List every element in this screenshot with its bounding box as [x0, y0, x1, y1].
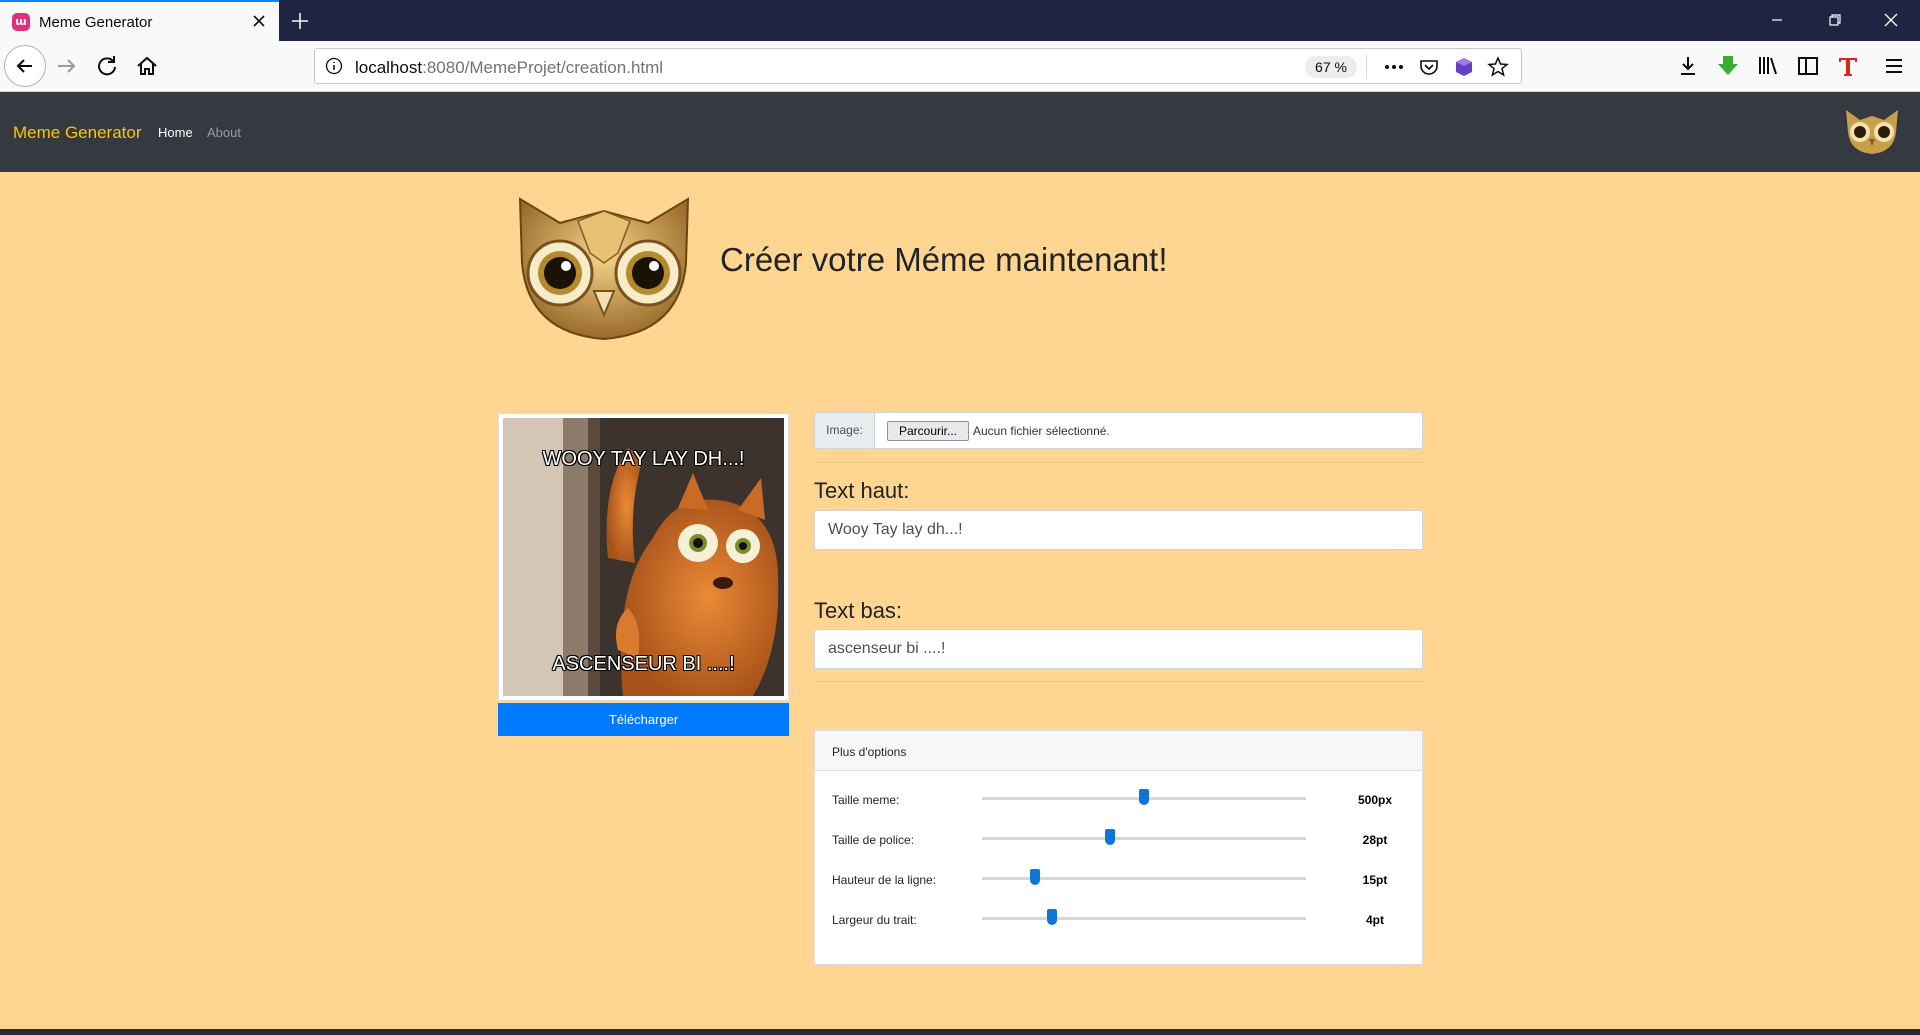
tab-favicon-icon: ɯ — [12, 13, 30, 31]
url-text: localhost:8080/MemeProjet/creation.html — [355, 58, 664, 77]
url-bar[interactable]: localhost:8080/MemeProjet/creation.html … — [314, 48, 1522, 84]
slider-thumb[interactable] — [1030, 869, 1041, 885]
option-label-meme-size: Taille meme: — [832, 793, 900, 807]
info-icon[interactable] — [325, 57, 343, 75]
slider-thumb[interactable] — [1046, 909, 1057, 925]
bottom-text-input[interactable]: ascenseur bi ....! — [814, 629, 1423, 669]
app-navbar: Meme Generator Home About — [0, 92, 1920, 172]
downloads-icon[interactable] — [1674, 52, 1702, 80]
owl-logo-icon — [1846, 110, 1898, 154]
meme-canvas: WOOY TAY LAY DH...! ASCENSEUR BI ....! — [503, 418, 784, 696]
navbar-brand[interactable]: Meme Generator — [13, 123, 142, 143]
image-label: Image: — [815, 413, 875, 448]
tab-title: Meme Generator — [39, 14, 153, 31]
option-value-meme-size: 500px — [1357, 793, 1393, 807]
top-text-label: Text haut: — [814, 478, 910, 503]
sidebar-icon[interactable] — [1794, 52, 1822, 80]
bottom-text-label: Text bas: — [814, 598, 903, 623]
minimize-icon[interactable] — [1764, 7, 1790, 33]
close-tab-icon[interactable] — [248, 10, 270, 32]
bookmark-star-icon[interactable] — [1487, 56, 1509, 78]
meme-top-text: WOOY TAY LAY DH...! — [542, 448, 745, 470]
forward-icon[interactable] — [52, 52, 80, 80]
image-file-input[interactable]: Image: Parcourir... Aucun fichier sélect… — [814, 412, 1423, 449]
options-title: Plus d'options — [832, 745, 907, 759]
option-value-font-size: 28pt — [1362, 833, 1388, 847]
owl-hero-icon — [518, 197, 690, 341]
top-text-input[interactable]: Wooy Tay lay dh...! — [814, 510, 1423, 550]
option-value-stroke-width: 4pt — [1366, 913, 1384, 927]
meme-preview: WOOY TAY LAY DH...! ASCENSEUR BI ....! — [498, 413, 789, 701]
menu-icon[interactable] — [1880, 52, 1908, 80]
meme-bottom-text: ASCENSEUR BI ....! — [552, 653, 735, 675]
browser-tab[interactable]: ɯ Meme Generator — [0, 0, 279, 41]
library-icon[interactable] — [1754, 52, 1782, 80]
bottom-edge — [0, 1029, 1920, 1035]
browser-titlebar: ɯ Meme Generator — [0, 0, 1920, 41]
extension-cube-icon[interactable] — [1453, 56, 1475, 78]
close-window-icon[interactable] — [1878, 7, 1904, 33]
option-label-line-height: Hauteur de la ligne: — [832, 873, 937, 887]
slider-stroke-width[interactable] — [982, 909, 1306, 925]
slider-thumb[interactable] — [1104, 829, 1115, 845]
back-arrow-icon — [16, 59, 32, 73]
option-label-stroke-width: Largeur du trait: — [832, 913, 917, 927]
browser-toolbar: localhost:8080/MemeProjet/creation.html … — [0, 41, 1920, 92]
slider-font-size[interactable] — [982, 829, 1306, 845]
file-status: Aucun fichier sélectionné. — [973, 424, 1110, 438]
browse-button[interactable]: Parcourir... — [887, 421, 969, 441]
option-label-font-size: Taille de police: — [832, 833, 915, 847]
zoom-indicator[interactable]: 67 % — [1305, 56, 1357, 78]
more-actions-icon[interactable] — [1383, 57, 1405, 77]
options-card-header: Plus d'options — [815, 731, 1422, 771]
back-button[interactable] — [4, 45, 46, 87]
pocket-icon[interactable] — [1418, 56, 1440, 78]
slider-meme-size[interactable] — [982, 789, 1306, 805]
slider-line-height[interactable] — [982, 869, 1306, 885]
download-manager-icon[interactable] — [1714, 52, 1742, 80]
reload-icon[interactable] — [93, 52, 121, 80]
new-tab-icon[interactable] — [288, 9, 312, 33]
restore-icon[interactable] — [1822, 7, 1848, 33]
nav-link-home[interactable]: Home — [158, 125, 193, 140]
nav-link-about[interactable]: About — [207, 125, 241, 140]
text-extension-icon[interactable] — [1834, 52, 1862, 80]
slider-thumb[interactable] — [1139, 789, 1149, 805]
divider — [814, 681, 1423, 682]
divider — [814, 462, 1423, 463]
url-separator — [1366, 55, 1367, 79]
options-card: Plus d'options Taille meme: 500px Taille… — [814, 730, 1423, 965]
download-button[interactable]: Télécharger — [498, 703, 789, 736]
home-icon[interactable] — [133, 52, 161, 80]
page-title: Créer votre Méme maintenant! — [720, 241, 1168, 278]
option-value-line-height: 15pt — [1362, 873, 1388, 887]
